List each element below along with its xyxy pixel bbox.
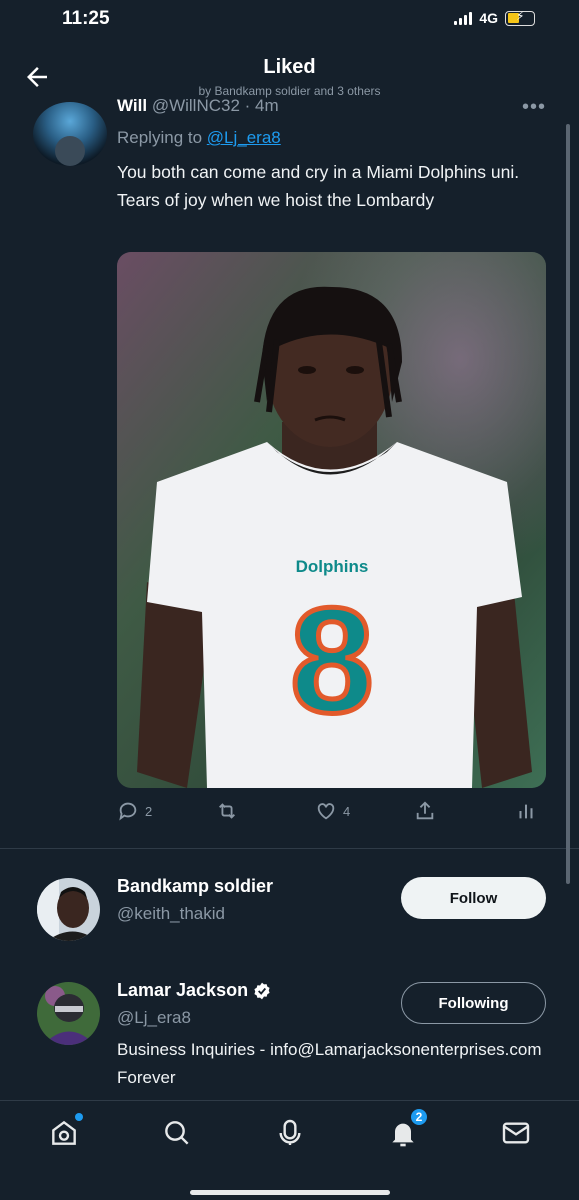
user-name: Bandkamp soldier	[117, 876, 274, 896]
tweet-author-handle: @WillNC32	[151, 96, 240, 115]
tab-spaces[interactable]	[274, 1117, 306, 1149]
retweet-button[interactable]	[215, 800, 245, 822]
user-avatar[interactable]	[37, 982, 100, 1045]
user-handle: @keith_thakid	[117, 904, 225, 923]
analytics-button[interactable]	[517, 800, 535, 822]
reply-button[interactable]: 2	[117, 800, 152, 822]
reply-icon	[119, 802, 137, 821]
following-button[interactable]: Following	[401, 982, 546, 1024]
home-icon	[52, 1120, 76, 1145]
tab-messages[interactable]	[500, 1117, 532, 1149]
replying-to: Replying to @Lj_era8	[117, 128, 281, 148]
tweet-actions: 2 4	[117, 800, 547, 824]
tweet-media-image[interactable]: Dolphins 8	[117, 252, 546, 788]
home-unread-dot	[75, 1113, 83, 1121]
user-avatar[interactable]	[37, 878, 100, 941]
user-bio: Business Inquiries - info@Lamarjacksonen…	[117, 1040, 542, 1087]
page-title: Liked	[263, 56, 316, 78]
tab-search[interactable]	[161, 1117, 193, 1149]
spaces-icon	[279, 1119, 301, 1145]
user-row[interactable]: Bandkamp soldier @keith_thakid Follow	[0, 870, 579, 960]
user-row[interactable]: Lamar Jackson @Lj_era8 Following Busines…	[0, 976, 579, 1100]
divider	[0, 848, 579, 849]
tweet-author-avatar[interactable]	[33, 102, 107, 166]
signal-icon	[454, 11, 473, 25]
player-photo: Dolphins 8	[117, 252, 546, 788]
more-icon[interactable]: •••	[522, 96, 546, 119]
tab-notifications[interactable]: 2	[387, 1107, 429, 1149]
network-type: 4G	[479, 10, 498, 26]
status-time: 11:25	[62, 8, 110, 29]
replying-mention-link[interactable]: @Lj_era8	[207, 128, 281, 147]
verified-icon	[254, 982, 270, 999]
jersey-number: 8	[290, 576, 373, 744]
retweet-icon	[219, 803, 235, 819]
share-icon	[416, 801, 434, 820]
tweet[interactable]: Will @WillNC32 · 4m ••• Replying to @Lj_…	[0, 96, 579, 848]
share-button[interactable]	[414, 800, 436, 822]
tweet-author[interactable]: Will @WillNC32 · 4m	[117, 96, 279, 116]
tab-home[interactable]	[48, 1113, 83, 1149]
tweet-time: 4m	[255, 96, 279, 115]
like-button[interactable]: 4	[315, 800, 350, 822]
tweet-author-name: Will	[117, 96, 148, 115]
analytics-icon	[519, 804, 533, 819]
jersey-brand: Dolphins	[296, 557, 369, 576]
like-count: 4	[343, 803, 351, 819]
replying-prefix: Replying to	[117, 128, 207, 147]
tweet-text: You both can come and cry in a Miami Dol…	[117, 162, 520, 210]
messages-icon	[502, 1122, 530, 1144]
search-icon	[165, 1121, 189, 1145]
user-name: Lamar Jackson	[117, 980, 272, 1001]
reply-count: 2	[145, 803, 153, 819]
like-icon	[317, 803, 335, 820]
home-indicator	[190, 1190, 390, 1195]
status-indicators: 4G ⚡	[454, 9, 535, 26]
battery-icon: ⚡	[505, 9, 535, 26]
notifications-badge: 2	[409, 1107, 429, 1127]
tab-bar: 2	[0, 1100, 579, 1200]
scrollbar[interactable]	[566, 124, 570, 884]
status-bar: 11:25 4G ⚡	[0, 0, 579, 40]
user-handle: @Lj_era8	[117, 1008, 191, 1027]
follow-button[interactable]: Follow	[401, 877, 546, 919]
